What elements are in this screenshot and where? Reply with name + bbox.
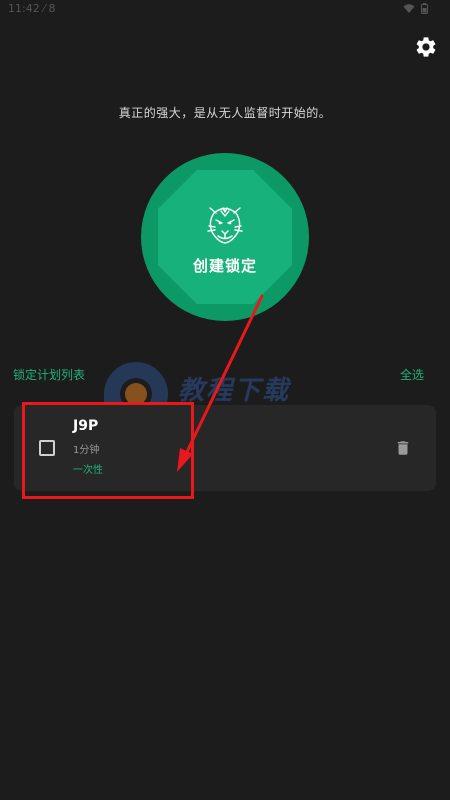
- plan-list-title: 锁定计划列表: [13, 368, 86, 382]
- status-icons: [403, 3, 428, 14]
- plan-name: J9P: [73, 418, 99, 434]
- status-bar: 11:42 ⁄ 8: [0, 0, 450, 20]
- trash-icon: [397, 441, 409, 455]
- delete-plan-button[interactable]: [394, 439, 412, 457]
- settings-button[interactable]: [414, 35, 438, 59]
- plan-duration: 1分钟: [73, 445, 100, 456]
- plan-type: 一次性: [73, 465, 103, 476]
- app-screen: 11:42 ⁄ 8 真正的强大，是从无人监督时开始的。 创建锁定 教程下载 锁定…: [0, 0, 450, 800]
- watermark-text: 教程下载: [178, 376, 291, 406]
- plan-checkbox[interactable]: [39, 440, 55, 456]
- wifi-icon: [403, 3, 415, 13]
- tagline: 真正的强大，是从无人监督时开始的。: [118, 106, 332, 120]
- status-time: 11:42 ⁄ 8: [8, 2, 56, 15]
- gear-icon: [416, 37, 436, 57]
- create-lock-button[interactable]: [141, 153, 309, 321]
- battery-icon: [421, 3, 428, 14]
- select-all-button[interactable]: 全选: [390, 366, 434, 383]
